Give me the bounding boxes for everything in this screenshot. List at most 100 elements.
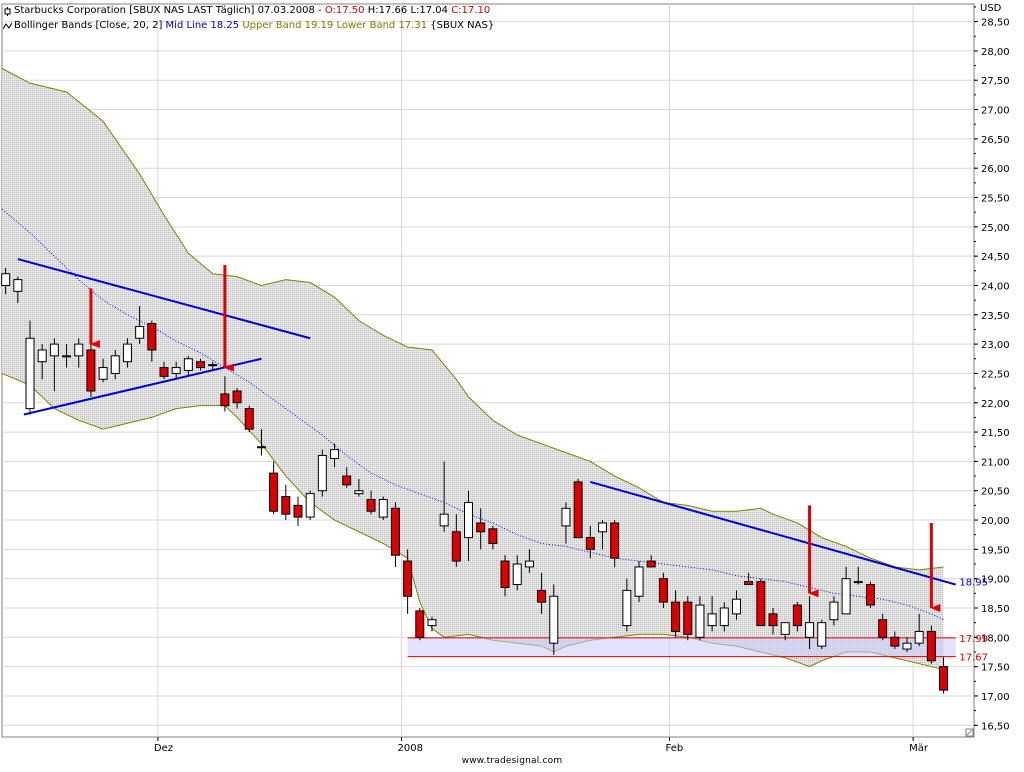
x-tick-label: Mär bbox=[909, 743, 929, 754]
candle-body bbox=[86, 349, 96, 392]
high-value: H:17.66 bbox=[367, 5, 408, 16]
mid-line-value: Mid Line 18.25 bbox=[165, 20, 240, 31]
indicator-name: Bollinger Bands [Close, 20, 2] bbox=[14, 20, 163, 31]
support-zone bbox=[407, 637, 956, 657]
candle-body bbox=[25, 337, 35, 410]
candle-body bbox=[354, 490, 364, 495]
candle-body bbox=[695, 604, 705, 638]
candle-body bbox=[13, 279, 23, 292]
y-tick-label: 16,50 bbox=[981, 721, 1010, 732]
candle-body bbox=[719, 607, 729, 627]
y-tick-label: 23,50 bbox=[981, 311, 1010, 322]
y-tick-label: 18,50 bbox=[981, 604, 1010, 615]
candle-body bbox=[1, 273, 11, 286]
y-tick-label: 20,50 bbox=[981, 487, 1010, 498]
x-tick-label: Feb bbox=[665, 743, 683, 754]
y-tick-label: 28,50 bbox=[981, 18, 1010, 29]
candle-body bbox=[342, 475, 352, 486]
candle-body bbox=[926, 630, 936, 662]
candle-body bbox=[524, 560, 534, 568]
candle-body bbox=[464, 501, 474, 539]
y-tick-label: 19,50 bbox=[981, 545, 1010, 556]
y-tick-label: 25,00 bbox=[981, 223, 1010, 234]
candle-body bbox=[488, 528, 498, 544]
candle-down bbox=[756, 578, 766, 627]
candle-down bbox=[415, 607, 425, 641]
candle-body bbox=[561, 507, 571, 527]
candle-body bbox=[792, 604, 802, 627]
candle-body bbox=[378, 499, 388, 518]
x-tick-label: 2008 bbox=[398, 743, 423, 754]
candle-body bbox=[208, 364, 218, 367]
y-tick-label: 23,00 bbox=[981, 340, 1010, 351]
candle-body bbox=[500, 560, 510, 588]
candle-body bbox=[135, 326, 145, 339]
candle-body bbox=[573, 481, 583, 539]
y-tick-label: 28,00 bbox=[981, 47, 1010, 58]
chart-legend: Starbucks Corporation [SBUX NAS LAST Täg… bbox=[2, 3, 494, 33]
candle-down bbox=[926, 625, 936, 664]
legend-row-price: Starbucks Corporation [SBUX NAS LAST Täg… bbox=[3, 3, 494, 18]
candle-body bbox=[293, 504, 303, 518]
candle-body bbox=[939, 666, 949, 691]
candle-body bbox=[756, 581, 766, 627]
candle-body bbox=[805, 622, 815, 638]
candle-body bbox=[841, 578, 851, 615]
candle-body bbox=[147, 323, 157, 351]
y-tick-label: 21,50 bbox=[981, 428, 1010, 439]
y-tick-label: 17,50 bbox=[981, 663, 1010, 674]
level-label: 17.67 bbox=[959, 653, 988, 664]
candle-body bbox=[768, 613, 778, 627]
candle-body bbox=[74, 343, 84, 357]
candle-body bbox=[865, 584, 875, 606]
close-value: C:17.10 bbox=[451, 5, 491, 16]
candle-up bbox=[378, 496, 388, 521]
candle-body bbox=[220, 393, 230, 407]
candle-up bbox=[634, 561, 644, 603]
candle-body bbox=[62, 355, 72, 358]
y-tick-label: 20,00 bbox=[981, 516, 1010, 527]
candle-body bbox=[744, 581, 754, 586]
candle-body bbox=[829, 601, 839, 621]
y-tick-label: 22,50 bbox=[981, 369, 1010, 380]
candle-body bbox=[549, 595, 559, 644]
candle-body bbox=[439, 513, 449, 527]
candle-body bbox=[658, 578, 668, 603]
y-tick-label: 17,00 bbox=[981, 692, 1010, 703]
candle-body bbox=[671, 601, 681, 632]
watermark: www.tradesignal.com bbox=[461, 756, 563, 766]
candle-body bbox=[890, 636, 900, 647]
lower-band-value: Lower Band 17.31 bbox=[336, 20, 428, 31]
candle-body bbox=[269, 472, 279, 512]
y-tick-label: 27,00 bbox=[981, 106, 1010, 117]
candle-body bbox=[853, 581, 863, 584]
candle-body bbox=[281, 496, 291, 515]
candle-body bbox=[634, 566, 644, 597]
candle-body bbox=[244, 408, 254, 430]
y-tick-label: 24,50 bbox=[981, 252, 1010, 263]
candle-body bbox=[317, 455, 327, 492]
candle-body bbox=[159, 367, 169, 377]
y-tick-label: 27,50 bbox=[981, 76, 1010, 87]
currency-label: USD bbox=[980, 3, 1002, 14]
candle-body bbox=[646, 560, 656, 568]
low-value: L:17.04 bbox=[410, 5, 449, 16]
y-tick-label: 24,00 bbox=[981, 281, 1010, 292]
candle-down bbox=[86, 344, 96, 397]
y-tick-label: 26,50 bbox=[981, 135, 1010, 146]
candle-body bbox=[476, 522, 486, 533]
open-value: O:17.50 bbox=[324, 5, 365, 16]
candle-body bbox=[110, 355, 120, 374]
candle-body bbox=[537, 589, 547, 603]
candle-body bbox=[610, 522, 620, 559]
candle-down bbox=[683, 596, 693, 641]
candle-body bbox=[451, 531, 461, 562]
upper-band-value: Upper Band 19.19 bbox=[242, 20, 334, 31]
candle-up bbox=[317, 449, 327, 497]
legend-row-bollinger: Bollinger Bands [Close, 20, 2] Mid Line … bbox=[2, 18, 494, 33]
candle-body bbox=[731, 598, 741, 615]
candle-body bbox=[256, 446, 266, 449]
price-chart: 16,5017,0017,5018,0018,5019,0019,5020,00… bbox=[1, 3, 1010, 754]
x-tick-label: Dez bbox=[154, 743, 173, 754]
candle-body bbox=[683, 601, 693, 635]
